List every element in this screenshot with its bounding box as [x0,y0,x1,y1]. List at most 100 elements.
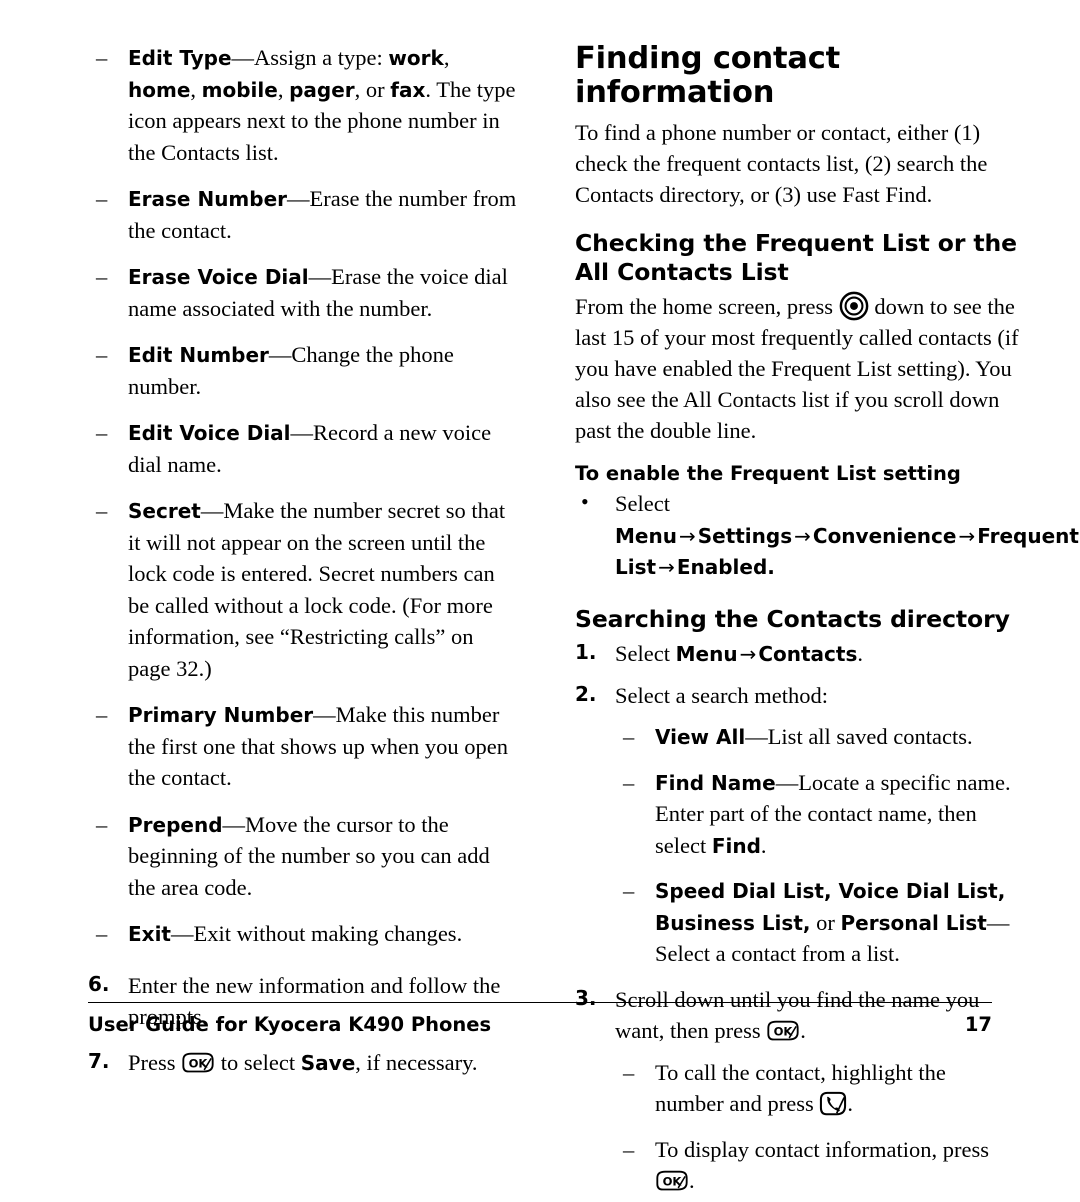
bullet-dot: • [581,489,589,515]
term-view-all: View All [655,725,746,750]
two-column-layout: – Edit Type—Assign a type: work, home, mo… [0,0,1080,1193]
intro-paragraph: To find a phone number or contact, eithe… [575,120,988,208]
list-item-erase-voice-dial: – Erase Voice Dial—Erase the voice dial n… [88,261,520,324]
step-7: 7. Press OK to select Save, if necessary. [88,1047,520,1079]
bullet-select-text: Select [615,491,670,517]
text-edit-type-mobile: mobile [201,77,278,102]
dash-bullet: – [623,1059,635,1085]
text-edit-type-4: , [277,76,290,102]
text-find-name-find: Find [711,833,761,858]
text-edit-type-1: —Assign a type: [231,45,389,70]
document-page: – Edit Type—Assign a type: work, home, mo… [0,0,1080,1193]
menu-path-enabled: Enabled [676,555,768,580]
frequent-list-body-before: From the home screen, press [575,293,839,319]
dash-bullet: – [96,264,108,289]
step-3-sublist: – To call the contact, highlight the numb… [575,1057,1020,1197]
dash-bullet: – [623,724,635,750]
text-edit-type-work: work [388,46,444,70]
ok-key-icon: OK [181,1051,215,1075]
footer-page-number: 17 [964,1013,992,1036]
dash-bullet: – [623,769,635,795]
text-edit-type-pager: pager [289,77,355,102]
step-text-7-after: , if necessary. [355,1049,478,1075]
text-call-contact-after: . [847,1091,853,1117]
text-display-info-before: To display contact information, press [655,1136,989,1162]
list-item-primary-number: – Primary Number—Make this number the fir… [88,699,520,794]
term-exit: Exit [128,922,171,946]
menu-path-settings: Settings [697,523,793,548]
section-heading-searching-contacts: Searching the Contacts directory [575,604,1010,633]
dash-bullet: – [96,702,108,727]
text-edit-type-3: , [190,76,202,102]
list-item-call-contact: – To call the contact, highlight the numb… [615,1057,1020,1120]
list-item-find-name: – Find Name—Locate a specific name. Enter… [615,767,1020,862]
step-1-menu: Menu [675,642,738,667]
text-call-contact-before: To call the contact, highlight the numbe… [655,1059,946,1117]
text-display-info-after: . [689,1168,695,1194]
dash-bullet: – [96,342,108,367]
text-find-name-2: . [760,832,767,858]
navigation-key-icon [839,291,869,321]
right-column: Finding contact information To find a ph… [560,0,1080,1193]
section-heading-frequent-list: Checking the Frequent List or the All Co… [575,229,1018,286]
list-item-edit-voice-dial: – Edit Voice Dial—Record a new voice dial… [88,417,520,480]
term-erase-voice-dial: Erase Voice Dial [128,265,309,289]
search-step-1: 1. Select Menu → Contacts. [575,638,1020,670]
list-item-edit-type: – Edit Type—Assign a type: work, home, mo… [88,42,520,168]
list-item-erase-number: – Erase Number—Erase the number from the … [88,183,520,246]
menu-path-menu: Menu [615,523,677,548]
term-find-name: Find Name [655,770,776,795]
bullet-enable-frequent-list: • Select Menu → Settings → Convenience → Freque… [575,488,1079,583]
step-text-7-save: Save [300,1050,356,1075]
page-footer: User Guide for Kyocera K490 Phones 17 [88,1002,992,1036]
ok-key-icon: OK [655,1169,689,1193]
list-item-secret: – Secret—Make the number secret so that i… [88,495,520,684]
text-secret: —Make the number secret so that it will … [128,498,506,681]
step-1-contacts: Contacts [758,642,858,667]
list-item-prepend: – Prepend—Move the cursor to the beginnin… [88,809,520,904]
list-item-view-all: – View All—List all saved contacts. [615,721,1020,753]
text-view-all: —List all saved contacts. [745,724,973,750]
text-edit-type-5: , or [354,76,391,102]
term-primary-number: Primary Number [128,703,314,727]
footer-text: User Guide for Kyocera K490 Phones [88,1013,492,1036]
step-1-period: . [857,641,863,667]
arrow-icon: → [739,642,757,667]
left-column: – Edit Type—Assign a type: work, home, mo… [0,0,560,1075]
term-edit-number: Edit Number [128,343,269,367]
dash-bullet: – [96,420,108,445]
list-item-display-info: – To display contact information, press O… [615,1134,1020,1197]
text-exit: —Exit without making changes. [170,921,463,946]
arrow-icon: → [958,523,976,548]
frequent-list-body: From the home screen, press down to see … [575,291,1020,446]
menu-path-convenience: Convenience [812,523,957,548]
dash-bullet: – [96,186,108,211]
step-2-text: Select a search method: [615,682,829,708]
term-list-types-or: or [810,909,841,935]
menu-path-period: . [767,555,775,580]
term-list-types-2: Personal List [840,910,987,935]
list-item-exit: – Exit—Exit without making changes. [88,918,520,950]
dash-bullet: – [96,498,108,523]
list-item-edit-number: – Edit Number—Change the phone number. [88,339,520,402]
step-text-7-middle: to select [215,1049,301,1075]
dash-bullet: – [623,878,635,904]
list-item-list-types: – Speed Dial List, Voice Dial List, Busin… [615,875,1020,970]
term-erase-number: Erase Number [128,187,288,211]
step-1-text-before: Select [615,641,676,667]
dash-bullet: – [96,45,108,70]
dash-bullet: – [623,1136,635,1162]
subheading-enable-frequent-list: To enable the Frequent List setting [575,462,961,486]
term-prepend: Prepend [128,812,223,837]
step-2-sublist: – View All—List all saved contacts. – Find… [575,721,1020,970]
term-edit-voice-dial: Edit Voice Dial [128,421,291,445]
page-title: Finding contact information [575,41,841,111]
search-step-2: 2. Select a search method: [575,680,1020,712]
term-edit-type: Edit Type [128,46,232,70]
dash-bullet: – [96,921,108,946]
step-number-6: 6. [88,971,110,996]
dash-bullet: – [96,811,108,837]
step-number-2: 2. [575,681,597,706]
send-key-icon [819,1091,847,1117]
arrow-icon: → [658,555,675,580]
